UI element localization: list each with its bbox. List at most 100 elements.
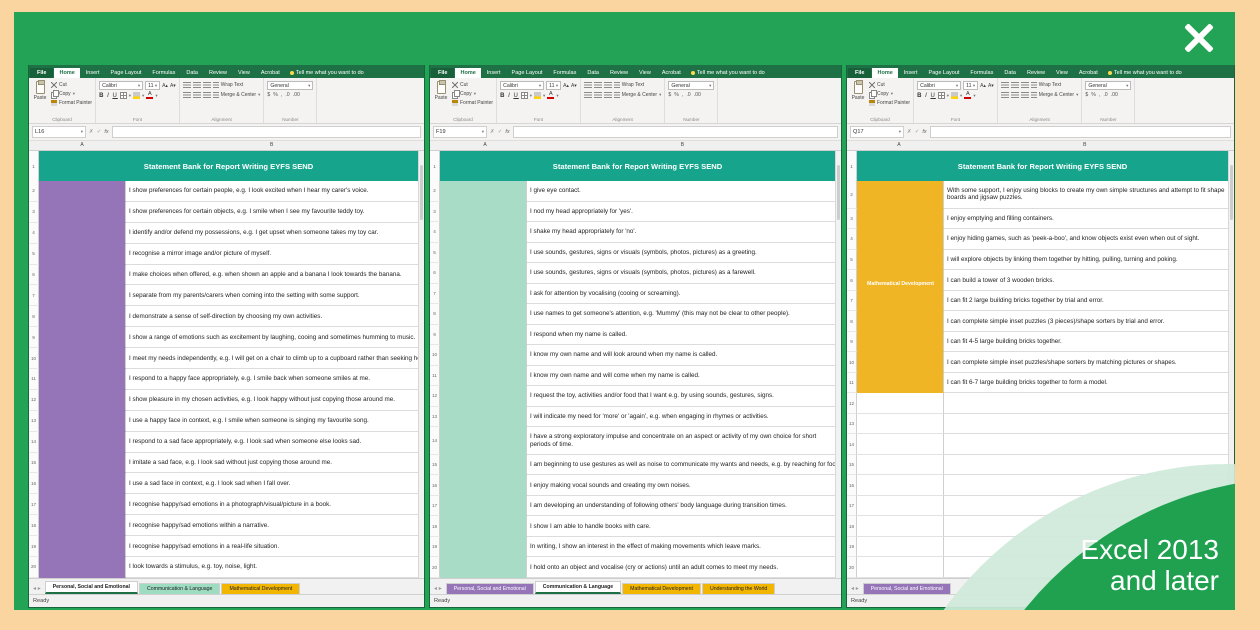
cut-button[interactable]: Cut (452, 81, 493, 89)
font-size-select[interactable]: 11▾ (145, 81, 160, 90)
shrink-font-button[interactable]: A▾ (988, 83, 994, 89)
row-header[interactable]: 6 (847, 270, 857, 291)
align-right-icon[interactable] (203, 92, 211, 98)
row-header[interactable]: 6 (430, 263, 440, 284)
ribbon-tab-page-layout[interactable]: Page Layout (106, 68, 147, 78)
sheet-tab[interactable]: Personal, Social and Emotional (45, 581, 138, 594)
row-header[interactable]: 12 (29, 390, 39, 411)
cut-button[interactable]: Cut (869, 81, 910, 89)
ribbon-tab-page-layout[interactable]: Page Layout (924, 68, 965, 78)
row-header[interactable]: 4 (29, 223, 39, 244)
row-header[interactable]: 17 (430, 496, 440, 517)
sheet-tab[interactable]: Mathematical Development (622, 583, 701, 594)
statement-cell[interactable]: In writing, I show an interest in the ef… (527, 537, 835, 558)
increase-decimal-button[interactable]: .0 (686, 92, 690, 98)
row-header[interactable]: 7 (430, 284, 440, 305)
statement-cell[interactable]: I shake my head appropriately for 'no'. (527, 222, 835, 243)
borders-icon[interactable] (521, 92, 528, 99)
formula-input[interactable] (112, 126, 421, 138)
sheet-tab[interactable]: Understanding the World (702, 583, 775, 594)
font-name-select[interactable]: Calibri▾ (99, 81, 143, 90)
align-bottom-icon[interactable] (1021, 82, 1029, 88)
tell-me-box[interactable]: Tell me what you want to do (687, 68, 769, 78)
ribbon-tab-view[interactable]: View (1051, 68, 1073, 78)
statement-cell[interactable]: I recognise happy/sad emotions within a … (126, 515, 418, 536)
merge-center-button[interactable]: Merge & Center▾ (614, 91, 662, 99)
copy-button[interactable]: Copy▾ (452, 90, 493, 98)
statement-cell[interactable]: I recognise happy/sad emotions in a phot… (126, 494, 418, 515)
comma-button[interactable]: , (281, 92, 282, 98)
format-painter-button[interactable]: Format Painter (51, 99, 92, 107)
close-icon[interactable] (1183, 22, 1215, 54)
statement-cell[interactable]: I can complete simple inset puzzles (3 p… (944, 311, 1228, 332)
statement-cell[interactable]: I give eye contact. (527, 181, 835, 202)
statement-cell[interactable]: I show a range of emotions such as excit… (126, 327, 418, 348)
statement-cell[interactable]: I use a happy face in context, e.g. I sm… (126, 411, 418, 432)
vertical-scrollbar[interactable] (835, 151, 841, 578)
number-format-select[interactable]: General▾ (668, 81, 714, 90)
statement-cell[interactable]: I show pleasure in my chosen activities,… (126, 390, 418, 411)
row-header[interactable]: 19 (29, 536, 39, 557)
row-header[interactable]: 9 (430, 325, 440, 346)
decrease-decimal-button[interactable]: .00 (1111, 92, 1118, 98)
merge-center-button[interactable]: Merge & Center▾ (213, 91, 261, 99)
borders-icon[interactable] (120, 92, 127, 99)
column-header-b[interactable]: B (1083, 142, 1086, 148)
align-bottom-icon[interactable] (203, 82, 211, 88)
row-header[interactable]: 9 (29, 327, 39, 348)
cut-button[interactable]: Cut (51, 81, 92, 89)
row-header[interactable]: 16 (29, 473, 39, 494)
wrap-text-button[interactable]: Wrap Text (213, 81, 243, 89)
ribbon-tab-page-layout[interactable]: Page Layout (507, 68, 548, 78)
tell-me-box[interactable]: Tell me what you want to do (286, 68, 368, 78)
fill-color-icon[interactable] (951, 92, 958, 99)
ribbon-tab-acrobat[interactable]: Acrobat (256, 68, 285, 78)
ribbon-tab-insert[interactable]: Insert (899, 68, 923, 78)
name-box[interactable]: Q17▾ (850, 126, 904, 138)
scrollbar-thumb[interactable] (420, 165, 423, 220)
cancel-icon[interactable]: ✗ (907, 129, 912, 135)
statement-cell[interactable]: I am beginning to use gestures as well a… (527, 455, 835, 476)
ribbon-tab-home[interactable]: Home (872, 68, 897, 78)
ribbon-tab-acrobat[interactable]: Acrobat (1074, 68, 1103, 78)
row-header[interactable]: 5 (847, 250, 857, 271)
statement-cell[interactable]: I respond to a happy face appropriately,… (126, 369, 418, 390)
vertical-scrollbar[interactable] (418, 151, 424, 578)
shrink-font-button[interactable]: A▾ (170, 83, 176, 89)
row-header[interactable]: 5 (29, 244, 39, 265)
sheet-tab[interactable]: Communication & Language (535, 581, 621, 594)
statement-cell[interactable]: I will explore objects by linking them t… (944, 250, 1228, 271)
statement-cell[interactable]: I hold onto an object and vocalise (cry … (527, 557, 835, 578)
align-bottom-icon[interactable] (604, 82, 612, 88)
ribbon-tab-data[interactable]: Data (999, 68, 1021, 78)
row-header[interactable]: 3 (29, 202, 39, 223)
row-header[interactable]: 20 (847, 557, 857, 578)
borders-icon[interactable] (938, 92, 945, 99)
statement-cell[interactable] (944, 393, 1228, 414)
scrollbar-thumb[interactable] (837, 165, 840, 220)
bold-button[interactable]: B (99, 93, 104, 99)
row-header[interactable]: 17 (847, 496, 857, 517)
underline-button[interactable]: U (112, 93, 117, 99)
formula-input[interactable] (930, 126, 1231, 138)
row-header[interactable]: 8 (29, 306, 39, 327)
cancel-icon[interactable]: ✗ (490, 129, 495, 135)
ribbon-tab-formulas[interactable]: Formulas (965, 68, 998, 78)
percent-button[interactable]: % (674, 92, 679, 98)
fill-color-icon[interactable] (534, 92, 541, 99)
percent-button[interactable]: % (273, 92, 278, 98)
row-header[interactable]: 16 (430, 475, 440, 496)
row-header[interactable]: 2 (29, 181, 39, 202)
shrink-font-button[interactable]: A▾ (571, 83, 577, 89)
statement-cell[interactable]: I know my own name and will look around … (527, 345, 835, 366)
statement-cell[interactable]: I respond when my name is called. (527, 325, 835, 346)
grow-font-button[interactable]: A▴ (980, 83, 986, 89)
row-header[interactable]: 13 (430, 407, 440, 428)
sheet-next-icon[interactable]: ▸ (38, 586, 41, 592)
row-header[interactable]: 10 (430, 345, 440, 366)
currency-button[interactable]: $ (668, 92, 671, 98)
copy-button[interactable]: Copy▾ (51, 90, 92, 98)
currency-button[interactable]: $ (267, 92, 270, 98)
formula-input[interactable] (513, 126, 838, 138)
statement-cell[interactable]: I imitate a sad face, e.g. I look sad wi… (126, 453, 418, 474)
